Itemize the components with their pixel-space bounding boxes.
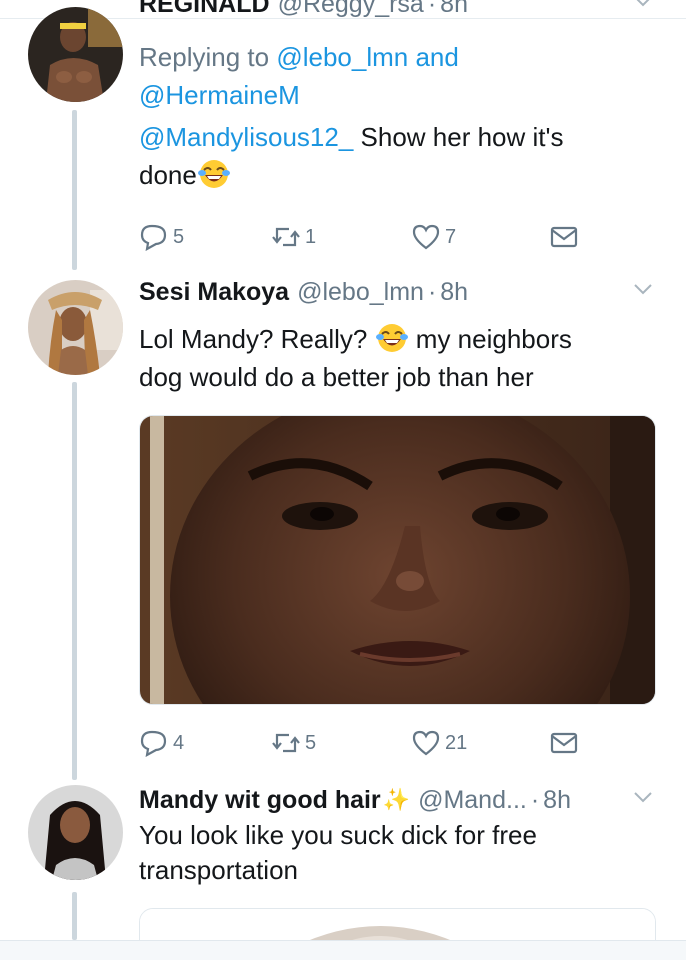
reply-context: Replying to @lebo_lmn and @HermaineM <box>139 38 656 114</box>
display-name[interactable]: Sesi Makoya <box>139 278 289 307</box>
chevron-down-icon[interactable] <box>632 786 654 808</box>
thread-line <box>72 892 77 940</box>
tweet-text-part: Lol Mandy? Really? <box>139 324 375 354</box>
display-name[interactable]: REGINALD <box>139 0 270 19</box>
avatar-reginald[interactable] <box>28 7 123 102</box>
timestamp[interactable]: 8h <box>543 786 571 815</box>
retweet-icon <box>272 227 300 247</box>
avatar-sesi[interactable] <box>28 280 123 375</box>
tweet-text-part: my neighbors <box>408 324 572 354</box>
retweet-button[interactable]: 1 <box>271 222 316 252</box>
tweet-text: @Mandylisous12_ Show her how it's done <box>139 118 656 194</box>
reply-icon <box>140 224 167 251</box>
reply-icon <box>140 730 167 757</box>
username[interactable]: @Reggy_rsa <box>278 0 424 19</box>
username[interactable]: @lebo_lmn <box>297 278 424 307</box>
retweet-button[interactable]: 5 <box>271 728 316 758</box>
tweet-reginald[interactable]: REGINALD @Reggy_rsa · 8h Replying to @le… <box>0 0 686 270</box>
reply-count: 5 <box>173 225 185 248</box>
tweet-text-part: transportation <box>139 855 298 885</box>
laughing-emoji-icon <box>375 324 408 352</box>
retweet-icon <box>272 733 300 753</box>
envelope-icon <box>550 732 578 754</box>
reply-user-link[interactable]: @HermaineM <box>139 80 300 110</box>
retweet-count: 1 <box>305 225 317 248</box>
separator-dot: · <box>530 785 540 814</box>
avatar-mandy[interactable] <box>28 785 123 880</box>
direct-message-button[interactable] <box>549 728 579 758</box>
separator-dot: · <box>427 0 437 18</box>
display-name[interactable]: Mandy wit good hair <box>139 786 381 815</box>
reply-and[interactable]: and <box>415 42 458 72</box>
tweet-text-part: Show her how it's <box>353 122 564 152</box>
tweet-header: REGINALD @Reggy_rsa · 8h <box>139 0 656 22</box>
sparkles-icon: ✨ <box>382 787 411 812</box>
tweet-header: Sesi Makoya @lebo_lmn · 8h <box>139 274 656 310</box>
thread-line <box>72 382 77 780</box>
separator-dot: · <box>427 277 437 306</box>
tweet-header: Mandy wit good hair ✨ @Mand... · 8h <box>139 782 656 818</box>
tweet-text-part: You look like you suck dick for free <box>139 820 537 850</box>
like-count: 21 <box>445 731 468 754</box>
bottom-bar <box>0 940 686 960</box>
tweet-text-part: done <box>139 160 197 190</box>
like-button[interactable]: 21 <box>411 728 467 758</box>
laughing-emoji-icon <box>197 160 230 188</box>
tweet-mandy[interactable]: Mandy wit good hair ✨ @Mand... · 8h You … <box>0 780 686 948</box>
username[interactable]: @Mand... <box>418 786 527 815</box>
reply-user-link[interactable]: @lebo_lmn <box>276 42 408 72</box>
like-button[interactable]: 7 <box>411 222 456 252</box>
tweet-actions: 5 1 7 <box>139 222 589 252</box>
reply-count: 4 <box>173 731 185 754</box>
timestamp[interactable]: 8h <box>440 278 468 307</box>
direct-message-button[interactable] <box>549 222 579 252</box>
tweet-text-part: dog would do a better job than her <box>139 362 534 392</box>
heart-icon <box>412 730 440 756</box>
heart-icon <box>412 224 440 250</box>
replying-to-label: Replying to <box>139 42 270 72</box>
chevron-down-icon[interactable] <box>632 0 654 12</box>
thread-line <box>72 110 77 270</box>
tweet-actions: 4 5 21 <box>139 728 589 758</box>
like-count: 7 <box>445 225 457 248</box>
timestamp[interactable]: 8h <box>440 0 468 19</box>
retweet-count: 5 <box>305 731 317 754</box>
chevron-down-icon[interactable] <box>632 278 654 300</box>
reply-button[interactable]: 4 <box>139 728 184 758</box>
envelope-icon <box>550 226 578 248</box>
reply-button[interactable]: 5 <box>139 222 184 252</box>
tweet-sesi[interactable]: Sesi Makoya @lebo_lmn · 8h Lol Mandy? Re… <box>0 270 686 780</box>
tweet-photo[interactable] <box>139 415 656 705</box>
mention-link[interactable]: @Mandylisous12_ <box>139 122 353 152</box>
tweet-text: You look like you suck dick for free tra… <box>139 818 656 888</box>
tweet-text: Lol Mandy? Really? my neighbors dog woul… <box>139 320 656 396</box>
